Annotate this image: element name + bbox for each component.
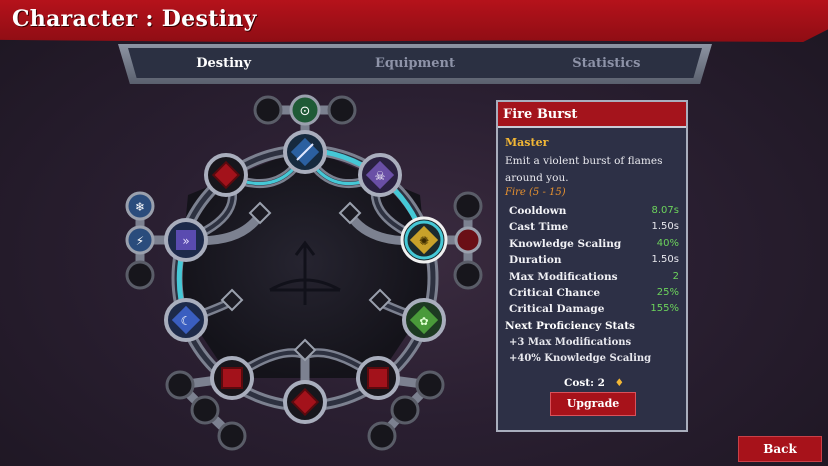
node-upper-right[interactable]: ☠ — [358, 153, 402, 197]
stat-row: Critical Chance 25% — [509, 285, 679, 301]
svg-text:❄: ❄ — [135, 200, 145, 214]
svg-text:☠: ☠ — [375, 169, 386, 183]
stat-name: Cooldown — [509, 205, 567, 217]
svg-text:⊙: ⊙ — [300, 104, 311, 119]
next-proficiency-item: +40% Knowledge Scaling — [509, 353, 652, 364]
stat-row: Critical Damage 155% — [509, 301, 679, 317]
upgrade-button[interactable]: Upgrade — [550, 392, 636, 416]
upgrade-cost: Cost: 2 ♦ — [564, 377, 624, 389]
node-right[interactable]: ✺ — [400, 216, 448, 264]
stat-row: Duration 1.50s — [509, 252, 679, 268]
stat-value: 155% — [650, 303, 679, 315]
stat-row: Knowledge Scaling 40% — [509, 236, 679, 252]
skill-element: Fire (5 - 15) — [505, 187, 566, 198]
node-top[interactable] — [283, 130, 327, 174]
skill-rank: Master — [505, 136, 549, 149]
stat-value: 8.07s — [651, 205, 679, 216]
svg-text:✿: ✿ — [419, 315, 428, 328]
stat-row: Cast Time 1.50s — [509, 219, 679, 235]
cost-value: 2 — [597, 377, 605, 389]
stat-name: Critical Chance — [509, 286, 601, 299]
stat-name: Critical Damage — [509, 303, 605, 316]
stat-name: Duration — [509, 254, 562, 267]
skill-detail-panel: Fire Burst Master Emit a violent burst o… — [496, 100, 688, 432]
svg-text:✺: ✺ — [419, 234, 429, 248]
stat-row: Max Modifications 2 — [509, 269, 679, 285]
svg-text:»: » — [182, 234, 189, 248]
stat-value: 25% — [656, 286, 679, 298]
next-proficiency-item: +3 Max Modifications — [509, 337, 632, 348]
stat-name: Knowledge Scaling — [509, 237, 622, 250]
node-lower-right[interactable]: ✿ — [402, 298, 446, 342]
stat-name: Cast Time — [509, 221, 569, 234]
node-left[interactable]: » — [164, 218, 208, 262]
stat-value: 40% — [656, 237, 679, 249]
svg-text:⚡: ⚡ — [136, 234, 144, 248]
stat-value: 1.50s — [651, 254, 679, 266]
node-upper-left[interactable] — [204, 153, 248, 197]
stat-row: Cooldown 8.07s — [509, 203, 679, 219]
next-proficiency-title: Next Proficiency Stats — [505, 320, 635, 332]
node-bottom[interactable] — [283, 380, 327, 424]
svg-text:☾: ☾ — [181, 314, 192, 328]
stat-value: 1.50s — [651, 221, 679, 233]
node-bottom-right[interactable] — [356, 356, 400, 400]
stat-name: Max Modifications — [509, 270, 618, 283]
back-button[interactable]: Back — [738, 436, 822, 462]
point-icon: ♦ — [614, 377, 625, 389]
cost-label: Cost: — [564, 377, 594, 389]
skill-description: Emit a violent burst of flames around yo… — [505, 155, 663, 184]
node-lower-left[interactable]: ☾ — [164, 298, 208, 342]
skill-stats: Cooldown 8.07s Cast Time 1.50s Knowledge… — [509, 203, 679, 318]
skill-name: Fire Burst — [498, 102, 686, 128]
node-bottom-left[interactable] — [210, 356, 254, 400]
stat-value: 2 — [672, 270, 679, 282]
destiny-skill-tree: ⊙ ❄ ⚡ ☠ » ✺ ☾ ✿ — [125, 94, 483, 451]
